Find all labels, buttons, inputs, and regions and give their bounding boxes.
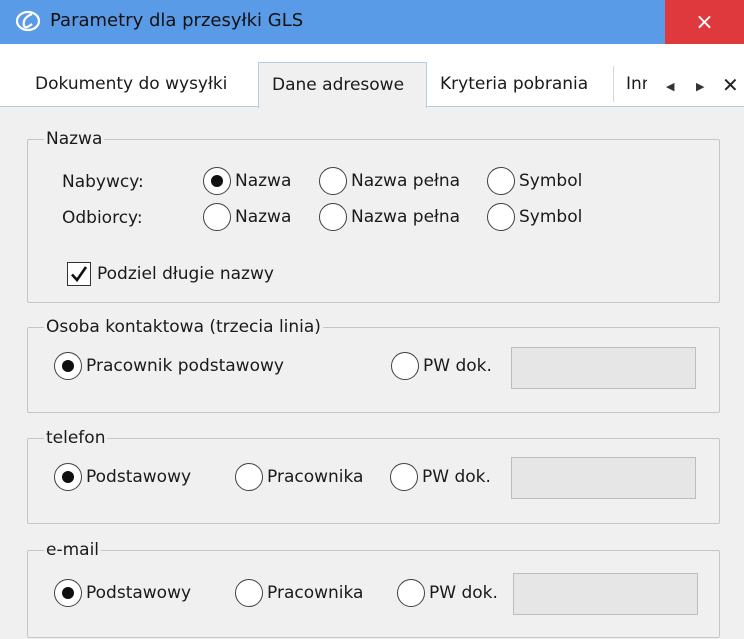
radio-circle (391, 352, 419, 380)
radio-circle (54, 352, 82, 380)
tab-scroll-right-icon[interactable]: ▶ (696, 80, 704, 93)
tab-label: Dane adresowe (272, 75, 405, 95)
radio-label: Pracownika (267, 467, 364, 487)
radio-odbiorcy-nazwa[interactable]: Nazwa (203, 203, 291, 231)
tab-scroll-left-icon[interactable]: ◀ (666, 80, 674, 93)
tab-inne[interactable]: Inne (614, 64, 647, 104)
radio-circle (203, 203, 231, 231)
radio-circle (54, 463, 82, 491)
radio-nabywcy-nazwa[interactable]: Nazwa (203, 167, 291, 195)
tab-content-dane-adresowe: Nazwa Nabywcy: Nazwa Nazwa pełna Symbol … (0, 106, 744, 639)
radio-email-pw-dok[interactable]: PW dok. (397, 579, 498, 607)
radio-odbiorcy-nazwa-pelna[interactable]: Nazwa pełna (319, 203, 460, 231)
telefon-pw-dok-input[interactable] (511, 457, 696, 499)
group-telefon-legend: telefon (46, 428, 106, 448)
radio-label: Symbol (519, 171, 583, 191)
radio-nabywcy-nazwa-pelna[interactable]: Nazwa pełna (319, 167, 460, 195)
podziel-nazwy-checkbox[interactable]: Podziel długie nazwy (67, 262, 274, 286)
app-logo-icon (15, 10, 42, 32)
tab-label: Inne (626, 74, 647, 94)
radio-email-pracownika[interactable]: Pracownika (235, 579, 363, 607)
close-icon: × (695, 9, 714, 35)
check-mark-icon (71, 266, 88, 283)
radio-label: Symbol (519, 207, 583, 227)
radio-label: Pracownik podstawowy (86, 356, 284, 376)
email-pw-dok-input[interactable] (513, 573, 698, 615)
radio-circle (390, 463, 418, 491)
radio-telefon-pw-dok[interactable]: PW dok. (390, 463, 491, 491)
radio-label: PW dok. (423, 356, 492, 376)
tab-dokumenty[interactable]: Dokumenty do wysyłki (22, 64, 258, 104)
radio-osoba-pracownik-podstawowy[interactable]: Pracownik podstawowy (54, 352, 284, 380)
radio-label: Podstawowy (86, 583, 192, 603)
radio-circle (397, 579, 425, 607)
radio-telefon-podstawowy[interactable]: Podstawowy (54, 463, 191, 491)
radio-circle (235, 463, 263, 491)
radio-label: Nazwa (235, 171, 292, 191)
tab-label: Kryteria pobrania (440, 74, 589, 94)
radio-circle (487, 203, 515, 231)
radio-circle (319, 203, 347, 231)
dialog-window: Parametry dla przesyłki GLS × Dokumenty … (0, 0, 744, 639)
radio-circle (203, 167, 231, 195)
osoba-pw-dok-input[interactable] (511, 347, 696, 389)
radio-odbiorcy-symbol[interactable]: Symbol (487, 203, 582, 231)
radio-label: PW dok. (422, 467, 491, 487)
radio-label: Nazwa (235, 207, 292, 227)
radio-label: Pracownika (267, 583, 364, 603)
radio-circle (487, 167, 515, 195)
radio-telefon-pracownika[interactable]: Pracownika (235, 463, 363, 491)
group-osoba-legend: Osoba kontaktowa (trzecia linia) (46, 317, 321, 337)
radio-nabywcy-symbol[interactable]: Symbol (487, 167, 582, 195)
group-nazwa-legend: Nazwa (46, 129, 103, 149)
checkbox-label: Podziel długie nazwy (97, 264, 274, 284)
radio-circle (235, 579, 263, 607)
radio-label: Podstawowy (86, 467, 192, 487)
tab-kryteria[interactable]: Kryteria pobrania (427, 64, 613, 104)
window-title: Parametry dla przesyłki GLS (50, 10, 304, 31)
tab-strip: Dokumenty do wysyłki Dane adresowe Kryte… (0, 44, 744, 108)
radio-email-podstawowy[interactable]: Podstawowy (54, 579, 191, 607)
radio-osoba-pw-dok[interactable]: PW dok. (391, 352, 492, 380)
radio-circle (319, 167, 347, 195)
radio-label: PW dok. (429, 583, 498, 603)
tab-dane-adresowe[interactable]: Dane adresowe (258, 62, 427, 108)
title-bar[interactable]: Parametry dla przesyłki GLS × (0, 0, 744, 44)
tab-close-icon[interactable]: ✕ (722, 73, 739, 97)
tab-label: Dokumenty do wysyłki (35, 74, 228, 94)
nabywcy-label: Nabywcy: (62, 172, 144, 192)
radio-circle (54, 579, 82, 607)
odbiorcy-label: Odbiorcy: (62, 208, 143, 228)
close-button[interactable]: × (665, 0, 744, 44)
radio-label: Nazwa pełna (351, 171, 461, 191)
group-email-legend: e-mail (46, 540, 100, 560)
radio-label: Nazwa pełna (351, 207, 461, 227)
checkbox-box (67, 262, 91, 286)
